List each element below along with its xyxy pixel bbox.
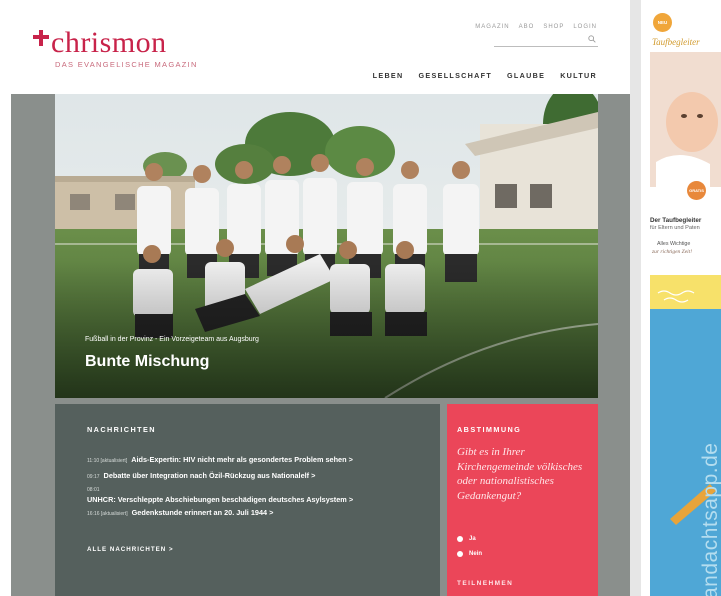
search-icon[interactable] (588, 35, 596, 43)
ad-script-title: Taufbegleiter (652, 37, 700, 47)
news-list: 11:10 [aktualisiert] Aids-Expertin: HIV … (87, 454, 432, 523)
main-page: chrismon DAS EVANGELISCHE MAGAZIN MAGAZI… (0, 0, 630, 596)
news-item[interactable]: 16:16 [aktualisiert] Gedenkstunde erinne… (87, 507, 432, 520)
radio-icon[interactable] (457, 536, 463, 542)
news-time: 09:17 (87, 474, 100, 480)
page-gutter (630, 0, 641, 596)
logo-wordmark: chrismon (51, 26, 167, 59)
ad-text-script: zur richtigen Zeit! (652, 249, 693, 255)
ad-headline: Der Taufbegleiter (650, 217, 702, 224)
hero-kicker: Fußball in der Provinz - Ein Vorzeigetea… (85, 336, 259, 343)
news-headline: Debatte über Integration nach Özil-Rückz… (103, 471, 316, 480)
news-headline: Gedenkstunde erinnert an 20. Juli 1944 > (131, 508, 274, 517)
poll-option-label: Nein (469, 551, 483, 557)
search-field (494, 34, 598, 51)
util-link-magazin[interactable]: MAGAZIN (475, 24, 509, 30)
nav-glaube[interactable]: GLAUBE (507, 71, 545, 80)
poll-heading: ABSTIMMUNG (457, 425, 522, 434)
util-link-abo[interactable]: ABO (519, 24, 535, 30)
main-nav: LEBEN GESELLSCHAFT GLAUBE KULTUR (373, 71, 597, 80)
nav-kultur[interactable]: KULTUR (560, 71, 597, 80)
utility-nav: MAGAZIN ABO SHOP LOGIN (475, 24, 597, 30)
news-item[interactable]: 09:17 Debatte über Integration nach Özil… (87, 470, 432, 483)
poll-submit-link[interactable]: TEILNEHMEN (457, 580, 513, 587)
ad-text: Alles Wichtige (657, 241, 691, 247)
news-time: 08:01 (87, 487, 100, 493)
news-headline: Aids-Expertin: HIV nicht mehr als gesond… (131, 455, 353, 464)
all-news-link[interactable]: ALLE NACHRICHTEN > (87, 546, 174, 553)
util-link-login[interactable]: LOGIN (573, 24, 597, 30)
gratis-badge: GRATIS (687, 181, 706, 200)
nav-gesellschaft[interactable]: GESELLSCHAFT (419, 71, 493, 80)
nav-leben[interactable]: LEBEN (373, 71, 404, 80)
logo-tagline: DAS EVANGELISCHE MAGAZIN (55, 60, 198, 69)
news-box: NACHRICHTEN 11:10 [aktualisiert] Aids-Ex… (55, 404, 440, 596)
util-link-shop[interactable]: SHOP (543, 24, 564, 30)
sidebar-advert[interactable]: NEU Taufbegleiter GRATIS Der Taufbegleit… (647, 9, 721, 596)
news-headline: UNHCR: Verschleppte Abschiebungen beschä… (87, 495, 354, 504)
news-time: 11:10 [aktualisiert] (87, 458, 128, 464)
hero-teaser[interactable]: Fußball in der Provinz - Ein Vorzeigetea… (55, 94, 598, 398)
poll-question: Gibt es in Ihrer Kirchengemeinde völkisc… (457, 446, 583, 502)
cross-icon (33, 30, 49, 46)
new-badge: NEU (653, 13, 672, 32)
hero-title: Bunte Mischung (85, 353, 210, 370)
poll-option-label: Ja (469, 536, 476, 542)
radio-icon[interactable] (457, 551, 463, 557)
news-item[interactable]: 11:10 [aktualisiert] Aids-Expertin: HIV … (87, 454, 432, 467)
baby-photo (650, 52, 721, 187)
search-input[interactable] (494, 40, 582, 51)
poll-box: ABSTIMMUNG Gibt es in Ihrer Kirchengemei… (447, 404, 598, 596)
news-item[interactable]: 08:01 UNHCR: Verschleppte Abschiebungen … (87, 486, 432, 504)
news-time: 16:16 [aktualisiert] (87, 511, 128, 517)
poll-option-nein[interactable]: Nein (457, 551, 482, 557)
news-heading: NACHRICHTEN (87, 425, 156, 434)
ad-subline: für Eltern und Paten (650, 225, 700, 231)
poll-option-ja[interactable]: Ja (457, 536, 476, 542)
ad-vertical-url: andachtsapp.de (699, 442, 721, 596)
